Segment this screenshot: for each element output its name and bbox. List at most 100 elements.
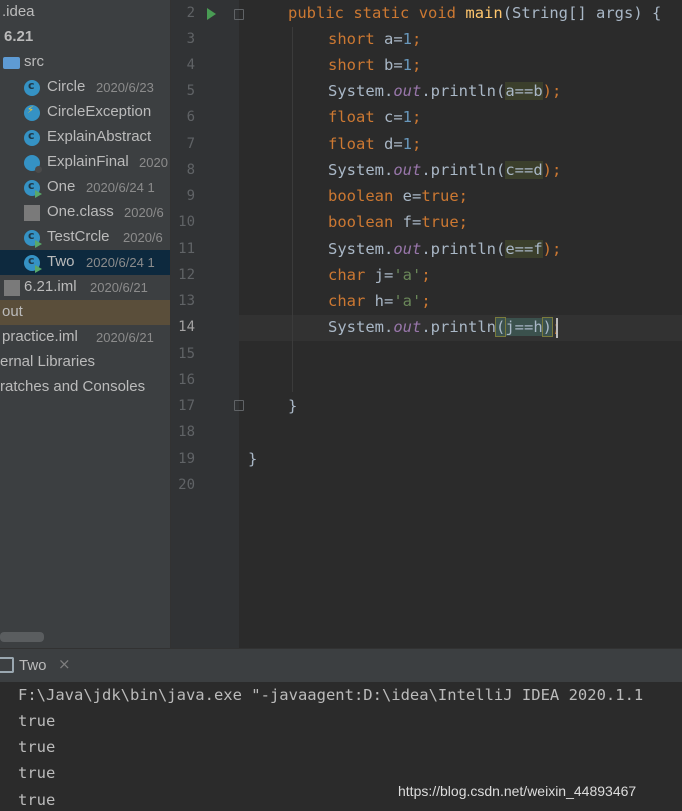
tree-item-module-6-21[interactable]: 6.21 [0, 25, 170, 50]
code-token: e= [393, 187, 422, 205]
tree-item-date: 2020/6 [124, 205, 164, 220]
project-tool-window: .idea 6.21 src Circle 2020/6/23 CircleEx… [0, 0, 170, 648]
code-token: System. [328, 318, 394, 336]
runnable-class-icon [24, 229, 42, 248]
code-token: boolean [328, 213, 394, 231]
code-line-2: public static void main(String[] args) { [288, 0, 661, 26]
code-token: h= [365, 292, 394, 310]
code-token: } [288, 397, 298, 415]
line-number: 6 [186, 109, 195, 125]
class-icon [24, 79, 40, 96]
runnable-class-icon [24, 254, 42, 273]
tree-item-date: 2020/6 [123, 230, 163, 245]
run-gutter-icon[interactable] [207, 8, 216, 20]
tree-item-date: 2020/6/23 [96, 80, 154, 95]
tree-item-two[interactable]: Two 2020/6/24 1 [0, 250, 170, 275]
code-token: out [393, 240, 422, 258]
code-token: 1 [402, 108, 413, 126]
code-line-10: boolean f=true; [328, 209, 468, 235]
code-token: (String[] args) { [502, 4, 662, 22]
tree-item-idea[interactable]: .idea [0, 0, 170, 25]
code-token: a==b [505, 82, 543, 100]
code-token: out [393, 318, 422, 336]
line-number-current: 14 [178, 319, 195, 335]
code-token: } [248, 450, 258, 468]
code-line-9: boolean e=true; [328, 183, 468, 209]
tree-item-label: CircleException [47, 103, 152, 120]
code-token: e==f [505, 240, 543, 258]
line-number: 19 [178, 451, 195, 467]
line-number: 5 [186, 83, 195, 99]
tree-item-out[interactable]: out [0, 300, 170, 325]
console-line: true [18, 791, 56, 809]
code-token: ; [421, 292, 431, 310]
iml-file-icon [4, 280, 20, 296]
code-token: System. [328, 161, 394, 179]
code-token: ; [458, 187, 468, 205]
tree-item-label: out [2, 303, 23, 320]
tree-item-label: One.class [47, 203, 114, 220]
code-line-7: float d=1; [328, 131, 421, 157]
tree-item-label: ratches and Consoles [0, 378, 146, 395]
line-number: 8 [186, 162, 195, 178]
tree-item-label: 6.21 [4, 28, 34, 45]
tree-item-external-libraries[interactable]: ernal Libraries [0, 350, 170, 375]
code-token: true [421, 187, 459, 205]
tree-item-circle-exception[interactable]: CircleException [0, 100, 170, 125]
code-token: public [288, 4, 344, 22]
code-token: 1 [402, 135, 413, 153]
tree-item-label: ExplainFinal [47, 153, 129, 170]
tree-item-explain-final[interactable]: ExplainFinal 2020 [0, 150, 170, 175]
code-token: true [421, 213, 459, 231]
code-token: ; [458, 213, 468, 231]
code-token: j= [365, 266, 394, 284]
code-line-19: } [248, 446, 257, 472]
close-icon[interactable]: × [58, 655, 71, 673]
tree-item-one[interactable]: One 2020/6/24 1 [0, 175, 170, 200]
code-line-11: System.out.println(e==f); [328, 236, 561, 262]
tree-item-src[interactable]: src [0, 50, 170, 75]
code-token: .println( [421, 82, 506, 100]
tree-item-label: ernal Libraries [0, 353, 96, 370]
code-token: j==h [505, 318, 543, 336]
tree-item-label: TestCrcle [47, 228, 110, 245]
code-token: void [418, 4, 457, 22]
tree-item-circle[interactable]: Circle 2020/6/23 [0, 75, 170, 100]
line-number: 13 [178, 293, 195, 309]
tree-item-label: 6.21.iml [24, 278, 77, 295]
code-editor[interactable]: public static void main(String[] args) {… [239, 0, 682, 648]
folder-icon [3, 57, 20, 69]
tree-item-practice-iml[interactable]: practice.iml 2020/6/21 [0, 325, 170, 350]
tree-item-one-class[interactable]: One.class 2020/6 [0, 200, 170, 225]
tree-item-date: 2020 [139, 155, 168, 170]
code-token: 'a' [393, 292, 422, 310]
code-token: c==d [505, 161, 543, 179]
console-line: true [18, 738, 56, 756]
abstract-class-icon [24, 129, 40, 146]
tree-item-module-iml[interactable]: 6.21.iml 2020/6/21 [0, 275, 170, 300]
tree-item-date: 2020/6/21 [96, 330, 154, 345]
tree-item-explain-abstract[interactable]: ExplainAbstract [0, 125, 170, 150]
tree-item-test-crcle[interactable]: TestCrcle 2020/6 [0, 225, 170, 250]
tree-item-date: 2020/6/24 1 [86, 255, 155, 270]
line-number: 4 [186, 57, 195, 73]
code-token: out [393, 82, 422, 100]
code-token: char [328, 292, 366, 310]
code-token: .println( [421, 161, 506, 179]
run-tab-two[interactable]: Two [19, 657, 47, 674]
code-line-5: System.out.println(a==b); [328, 78, 561, 104]
tree-item-scratches[interactable]: ratches and Consoles [0, 375, 170, 400]
console-line: true [18, 764, 56, 782]
code-token: System. [328, 240, 394, 258]
code-token: 'a' [393, 266, 422, 284]
code-token: float [328, 108, 375, 126]
code-token: System. [328, 82, 394, 100]
run-tab-bar [0, 648, 682, 682]
line-number: 9 [186, 188, 195, 204]
matched-paren: ) [541, 317, 554, 337]
code-token: ; [412, 56, 422, 74]
code-token: float [328, 135, 375, 153]
horizontal-scrollbar[interactable] [0, 632, 44, 642]
code-token: ; [412, 108, 422, 126]
console-line-command: F:\Java\jdk\bin\java.exe "-javaagent:D:\… [18, 686, 644, 704]
